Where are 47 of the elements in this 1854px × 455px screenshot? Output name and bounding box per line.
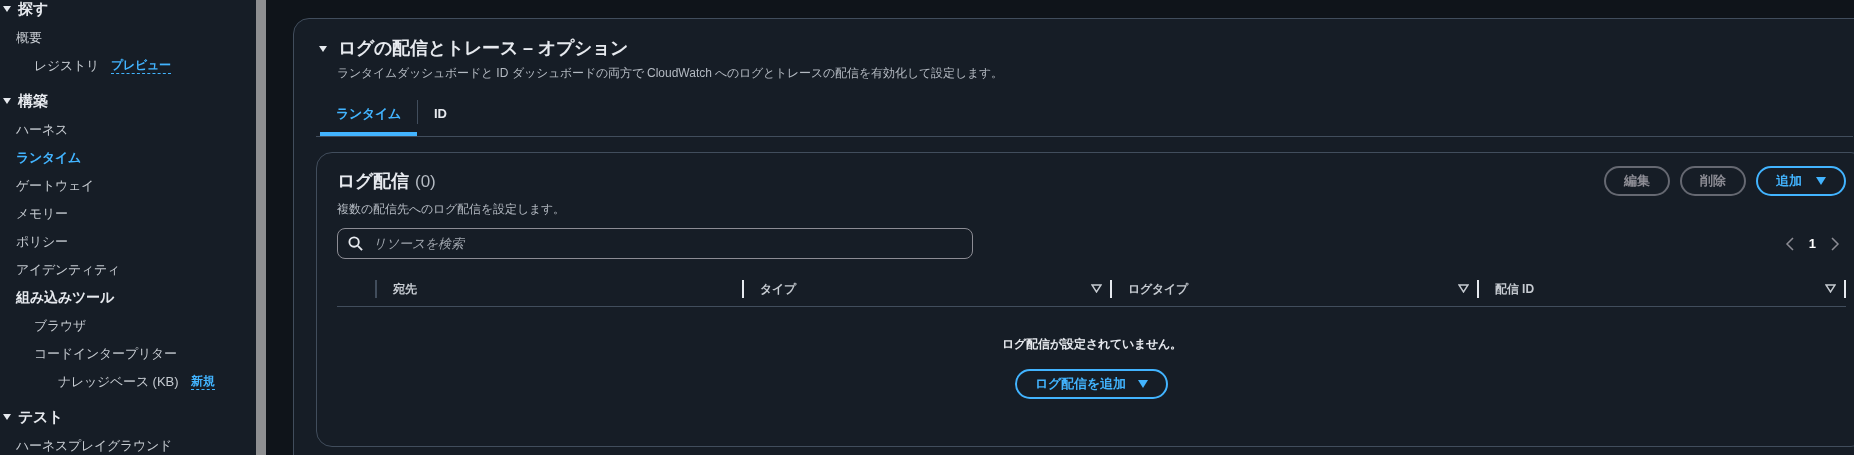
search-field[interactable]: リソースを検索: [337, 228, 973, 259]
tab[interactable]: ランタイム: [320, 96, 417, 136]
nav-link[interactable]: 組み込みツール: [16, 287, 114, 309]
panel-description: ランタイムダッシュボードと ID ダッシュボードの両方で CloudWatch へのログとトレースの配信を有効化して設定します。: [336, 65, 1005, 82]
nav-link[interactable]: ハーネスプレイグラウンド: [16, 436, 172, 455]
section-heading[interactable]: テスト: [18, 405, 63, 429]
search-icon: [348, 236, 363, 251]
nav-link[interactable]: ゲートウェイ: [16, 176, 94, 196]
sort-icon[interactable]: [1457, 284, 1469, 293]
caret-icon[interactable]: [2, 4, 12, 14]
section-heading[interactable]: 構築: [18, 89, 48, 113]
caret-icon[interactable]: [2, 96, 12, 106]
caret-icon: [1816, 177, 1826, 185]
nav-link[interactable]: コードインタープリター: [34, 344, 177, 364]
scrollbar[interactable]: [256, 0, 266, 455]
column-title: タイプ: [760, 280, 797, 298]
nav-link[interactable]: ブラウザ: [34, 316, 86, 336]
column-title: 宛先: [393, 280, 417, 298]
panel-title: ログの配信とトレース – オプション: [338, 37, 628, 60]
column-title: 配信 ID: [1494, 280, 1535, 298]
section-heading[interactable]: 探す: [18, 0, 48, 21]
sort-icon[interactable]: [1825, 284, 1836, 293]
nav-badge[interactable]: 新規: [190, 374, 215, 390]
item-count: (0): [415, 171, 436, 193]
caret-icon[interactable]: [318, 43, 328, 54]
card-description: 複数の配信先へのログ配信を設定します。: [337, 201, 565, 218]
next-page-icon[interactable]: [1830, 236, 1840, 251]
nav-link[interactable]: アイデンティティ: [16, 260, 120, 280]
add-button[interactable]: ログ配信を追加: [1015, 369, 1168, 399]
previous-page-icon[interactable]: [1784, 236, 1795, 251]
sort-icon[interactable]: [1090, 284, 1102, 293]
nav-badge[interactable]: プレビュー: [111, 58, 171, 74]
caret-icon: [1138, 380, 1148, 388]
nav-link[interactable]: 概要: [16, 28, 42, 48]
page-number[interactable]: 1: [1808, 233, 1816, 254]
nav-link[interactable]: ナレッジベース (KB): [58, 372, 179, 392]
nav-link[interactable]: メモリー: [16, 204, 68, 224]
nav-link[interactable]: ランタイム: [16, 148, 81, 168]
tab[interactable]: ID: [418, 96, 463, 136]
caret-icon[interactable]: [2, 412, 12, 422]
column-title: ログタイプ: [1127, 280, 1188, 298]
nav-link[interactable]: ハーネス: [16, 120, 68, 140]
action-button[interactable]: 追加: [1756, 166, 1846, 196]
card-title: ログ配信: [337, 170, 409, 193]
nav-link[interactable]: ポリシー: [16, 232, 68, 252]
empty-message: ログ配信が設定されていません。: [1001, 336, 1182, 353]
nav-link[interactable]: レジストリ: [34, 56, 99, 76]
